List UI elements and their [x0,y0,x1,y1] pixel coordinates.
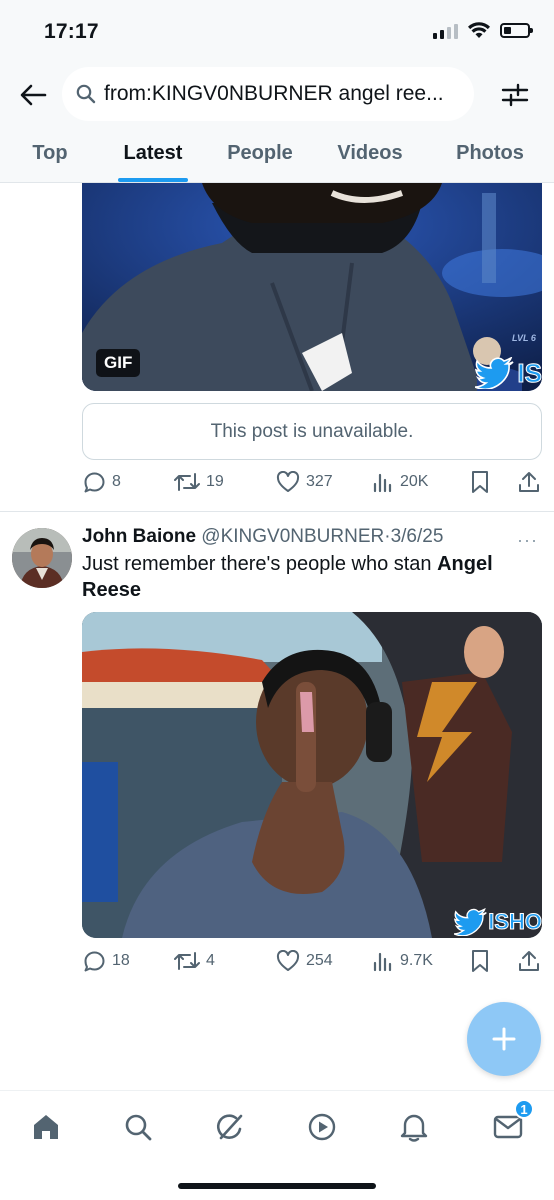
bookmark-icon [472,471,488,493]
views-count: 20K [400,473,429,490]
cellular-signal-icon [433,23,458,39]
arrow-left-icon [20,84,47,106]
plus-icon [492,1027,516,1051]
nav-notifications[interactable] [394,1107,434,1147]
nav-messages[interactable]: 1 [488,1099,534,1147]
battery-icon [500,23,533,38]
heart-icon [276,950,300,971]
nav-videos[interactable] [302,1107,342,1147]
active-tab-indicator [118,178,188,182]
back-button[interactable] [16,78,50,112]
views-button[interactable]: 20K [372,471,428,493]
author-name[interactable]: John Baione [82,526,196,547]
avatar-image [12,528,72,588]
reply-button[interactable]: 8 [82,470,121,494]
search-tabs: Top Latest People Videos Photos [0,132,554,183]
watermark: ISHO [454,908,542,936]
watermark-text: ISHO [488,909,542,935]
views-count: 9.7K [400,952,433,969]
post2-header: John Baione @KINGV0NBURNER·3/6/25 [82,526,443,548]
grok-icon [216,1114,243,1140]
views-icon [373,952,392,972]
post1-gif-media[interactable]: LVL 6 GIF IS [82,183,542,391]
heart-icon [276,471,300,492]
tab-videos[interactable]: Videos [330,132,410,183]
watermark: IS [475,357,542,389]
header: 17:17 from:KINGV0NBURNER angel ree... To… [0,0,554,183]
tab-latest[interactable]: Latest [114,132,192,183]
bookmark-button[interactable] [470,470,490,494]
search-icon [76,84,96,104]
search-input[interactable]: from:KINGV0NBURNER angel ree... [62,67,474,121]
post2-action-bar: 18 4 254 9.7K [82,946,542,976]
bookmark-icon [472,950,488,972]
more-options-button[interactable]: ··· [517,530,538,551]
share-icon [519,472,539,492]
home-indicator [178,1183,376,1189]
post-divider [0,511,554,512]
sliders-icon [501,83,529,107]
like-button[interactable]: 327 [276,471,333,493]
views-button[interactable]: 9.7K [372,950,433,972]
video-icon [308,1113,336,1141]
tab-people[interactable]: People [220,132,300,183]
gif-badge: GIF [96,349,141,377]
unavailable-text: This post is unavailable. [210,420,414,442]
share-button[interactable] [518,470,540,494]
bookmark-button[interactable] [470,949,490,973]
like-count: 327 [306,473,333,490]
post-date[interactable]: 3/6/25 [391,526,444,547]
like-button[interactable]: 254 [276,950,333,972]
compose-button[interactable] [467,1002,541,1076]
gif-image: LVL 6 [82,183,542,391]
nav-search[interactable] [118,1107,158,1147]
reply-count: 8 [112,473,121,490]
share-icon [519,951,539,971]
reply-button[interactable]: 18 [82,949,130,973]
wifi-icon [468,22,490,38]
search-query: from:KINGV0NBURNER angel ree... [104,82,444,105]
tab-photos[interactable]: Photos [448,132,532,183]
repost-button[interactable]: 4 [174,950,215,972]
search-filters-button[interactable] [498,78,532,112]
repost-button[interactable]: 19 [174,471,224,493]
author-handle[interactable]: @KINGV0NBURNER [201,526,384,547]
nav-grok[interactable] [210,1107,250,1147]
reply-icon [84,472,105,493]
gif-image [82,612,542,938]
share-button[interactable] [518,949,540,973]
repost-icon [174,952,200,970]
tab-top[interactable]: Top [18,132,82,183]
avatar[interactable] [12,528,72,588]
bird-logo-icon [454,908,487,936]
repost-icon [174,473,200,491]
nav-home[interactable] [26,1107,66,1147]
home-icon [34,1115,58,1139]
notifications-icon [400,1114,428,1142]
views-icon [373,473,392,493]
watermark-text: IS [517,357,542,388]
status-time: 17:17 [44,20,99,43]
svg-text:LVL 6: LVL 6 [512,333,537,343]
search-icon [125,1114,152,1141]
reply-icon [84,951,105,972]
like-count: 254 [306,952,333,969]
quoted-post-unavailable: This post is unavailable. [82,403,542,460]
post2-text: Just remember there's people who stan An… [82,551,522,603]
repost-count: 4 [206,952,215,969]
bird-logo-icon [475,357,514,389]
search-row: from:KINGV0NBURNER angel ree... [0,66,554,122]
reply-count: 18 [112,952,130,969]
post1-action-bar: 8 19 327 20K [82,467,542,497]
status-icons [433,22,533,39]
repost-count: 19 [206,473,224,490]
bottom-navigation: 1 [0,1090,554,1200]
post2-gif-media[interactable]: ISHO [82,612,542,938]
messages-badge: 1 [514,1099,534,1119]
post-text-plain: Just remember there's people who stan [82,553,438,575]
